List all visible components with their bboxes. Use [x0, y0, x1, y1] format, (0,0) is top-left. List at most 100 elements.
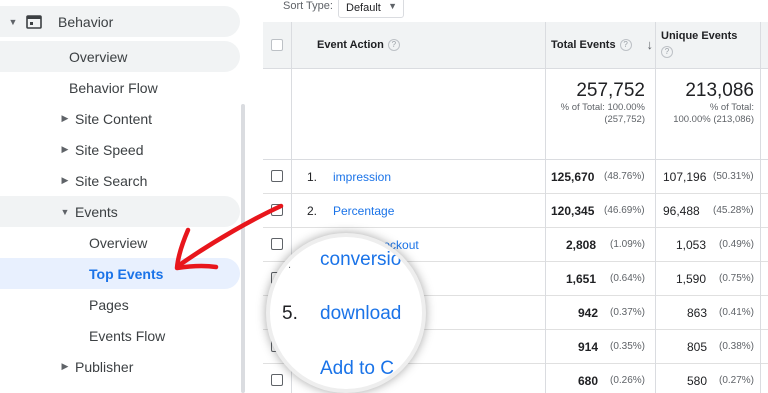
- total-events-value: 914: [578, 340, 599, 354]
- event-action-header[interactable]: Event Action?: [317, 22, 400, 69]
- row-checkbox[interactable]: [271, 170, 283, 182]
- total-events-pct: (0.37%): [610, 307, 646, 318]
- row-checkbox[interactable]: [271, 374, 283, 386]
- magnified-row-number: 5.: [282, 303, 298, 324]
- caret-right-icon: ▶: [61, 175, 69, 185]
- unique-events-pct: (45.28%): [713, 205, 754, 216]
- unique-events-pct: (50.31%): [713, 171, 754, 182]
- sidebar-item-label: Pages: [89, 296, 129, 313]
- event-action-link[interactable]: Percentage: [333, 204, 394, 218]
- sidebar-item-behavior[interactable]: ▼ Behavior: [0, 6, 240, 37]
- magnified-event-add-to-cart: Add to C: [320, 358, 394, 379]
- sidebar-item-behavior-overview[interactable]: Overview: [0, 41, 240, 72]
- unique-events-header-label: Unique Events: [661, 30, 738, 42]
- unique-events-value: 805: [687, 340, 708, 354]
- sidebar-item-label: Behavior Flow: [69, 79, 158, 96]
- unique-events-header[interactable]: Unique Events ?: [661, 22, 761, 69]
- magnified-event-conversion: conversio: [320, 249, 402, 270]
- sidebar-item-label: Site Search: [75, 172, 148, 189]
- unique-events-sum: 213,086: [685, 80, 754, 101]
- event-action-header-label: Event Action: [317, 39, 384, 51]
- unique-events-value: 1,053: [676, 238, 707, 252]
- unique-events-value: 863: [687, 306, 708, 320]
- caret-down-icon: ▼: [8, 16, 18, 27]
- totals-row: 257,752 % of Total: 100.00% (257,752) 21…: [263, 69, 768, 160]
- total-events-pct: (46.69%): [604, 205, 645, 216]
- unique-events-pct: (0.75%): [719, 273, 755, 284]
- unique-events-sum-abs: 100.00% (213,086): [673, 114, 754, 125]
- table-header: Event Action? Total Events? ↓ Unique Eve…: [263, 22, 768, 69]
- column-divider: [760, 22, 761, 393]
- unique-events-sum-pct: % of Total:: [709, 102, 754, 113]
- sidebar-item-label: Publisher: [75, 358, 134, 375]
- total-events-sum-abs: (257,752): [604, 114, 645, 125]
- analytics-screen: ▼ Behavior Overview Behavior Flow ▶ Site…: [0, 0, 768, 393]
- total-events-pct: (1.09%): [610, 239, 646, 250]
- sidebar-item-site-content[interactable]: ▶ Site Content: [0, 103, 240, 134]
- total-events-pct: (0.64%): [610, 273, 646, 284]
- unique-events-value: 96,488: [663, 204, 700, 218]
- table-row: 2. Percentage 120,345 (46.69%) 96,488 (4…: [263, 194, 768, 228]
- sidebar-item-label: Site Content: [75, 110, 153, 127]
- magnifier-callout: conversio . 5. download Add to C: [266, 233, 426, 393]
- caret-right-icon: ▶: [61, 144, 69, 154]
- sort-bar: Sort Type: Default ▼: [263, 0, 768, 22]
- sort-type-label: Sort Type:: [283, 0, 333, 12]
- select-all-checkbox[interactable]: [271, 39, 283, 51]
- unique-events-pct: (0.27%): [719, 375, 755, 386]
- total-events-pct: (0.26%): [610, 375, 646, 386]
- sidebar-item-label: Overview: [89, 234, 148, 251]
- total-events-sum: 257,752: [576, 80, 645, 101]
- table-row: 1. impression 125,670 (48.76%) 107,196 (…: [263, 160, 768, 194]
- caret-down-icon: ▼: [60, 206, 70, 217]
- total-events-header[interactable]: Total Events? ↓: [551, 22, 655, 69]
- column-divider: [655, 22, 656, 393]
- sidebar-item-top-events[interactable]: Top Events: [0, 258, 240, 289]
- report-window-icon: [26, 14, 42, 29]
- sidebar-item-label: Behavior: [58, 13, 114, 30]
- unique-events-value: 580: [687, 374, 708, 388]
- row-checkbox[interactable]: [271, 238, 283, 250]
- row-number: 1.: [307, 170, 318, 184]
- column-divider: [545, 22, 546, 393]
- sidebar: ▼ Behavior Overview Behavior Flow ▶ Site…: [0, 0, 263, 393]
- sidebar-item-label: Events Flow: [89, 327, 166, 344]
- sort-type-select[interactable]: Default ▼: [338, 0, 404, 18]
- unique-events-pct: (0.41%): [719, 307, 755, 318]
- total-events-value: 942: [578, 306, 599, 320]
- sidebar-item-label: Overview: [69, 48, 128, 65]
- sidebar-item-site-speed[interactable]: ▶ Site Speed: [0, 134, 240, 165]
- sidebar-item-events-flow[interactable]: Events Flow: [0, 320, 240, 351]
- total-events-header-label: Total Events: [551, 39, 616, 51]
- sidebar-scrollbar[interactable]: [241, 104, 245, 393]
- sidebar-item-site-search[interactable]: ▶ Site Search: [0, 165, 240, 196]
- sidebar-item-label: Events: [75, 203, 118, 220]
- event-action-link[interactable]: impression: [333, 170, 391, 184]
- help-icon[interactable]: ?: [661, 46, 673, 58]
- total-events-value: 125,670: [551, 170, 595, 184]
- total-events-sum-pct: % of Total: 100.00%: [560, 102, 645, 113]
- unique-events-pct: (0.38%): [719, 341, 755, 352]
- total-events-value: 680: [578, 374, 599, 388]
- magnified-event-download: download: [320, 303, 402, 324]
- sidebar-item-events-overview[interactable]: Overview: [0, 227, 240, 258]
- total-events-pct: (48.76%): [604, 171, 645, 182]
- sidebar-item-behavior-flow[interactable]: Behavior Flow: [0, 72, 240, 103]
- caret-right-icon: ▶: [61, 361, 69, 371]
- caret-right-icon: ▶: [61, 113, 69, 123]
- sidebar-item-events[interactable]: ▼ Events: [0, 196, 240, 227]
- sidebar-item-pages[interactable]: Pages: [0, 289, 240, 320]
- row-number: 2.: [307, 204, 318, 218]
- total-events-value: 120,345: [551, 204, 595, 218]
- row-checkbox[interactable]: [271, 204, 283, 216]
- help-icon[interactable]: ?: [619, 39, 632, 52]
- total-events-value: 2,808: [566, 238, 597, 252]
- sidebar-item-publisher[interactable]: ▶ Publisher: [0, 351, 240, 382]
- total-events-value: 1,651: [566, 272, 597, 286]
- magnified-ellipsis: .: [288, 259, 292, 271]
- sort-type-value: Default: [346, 2, 381, 14]
- sidebar-item-label: Top Events: [89, 265, 164, 282]
- sidebar-item-label: Site Speed: [75, 141, 144, 158]
- unique-events-pct: (0.49%): [719, 239, 755, 250]
- help-icon[interactable]: ?: [387, 39, 400, 52]
